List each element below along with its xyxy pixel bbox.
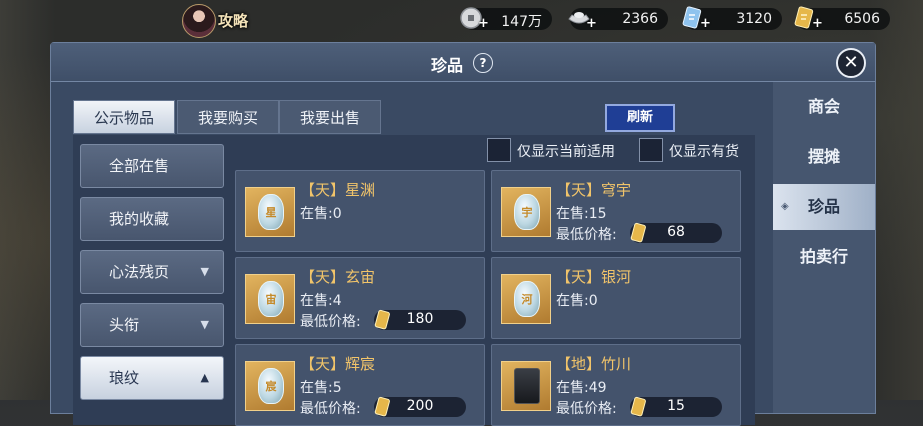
add-icon: + [478,16,489,31]
tab-public-items[interactable]: 公示物品 [73,100,175,134]
item-card[interactable]: 宇 【天】穹宇 在售:15 最低价格: 68 [491,170,741,252]
category-label: 头衔 [109,316,140,334]
item-stock: 在售:4 [300,293,342,309]
nav-auction[interactable]: 拍卖行 [773,234,875,280]
item-name: 【天】玄宙 [300,268,376,286]
item-card[interactable]: 宸 【天】辉宸 在售:5 最低价格: 200 [235,344,485,426]
item-name: 【天】星渊 [300,181,376,199]
category-label: 心法残页 [109,263,170,281]
silver-coin-value: 147万 [501,14,542,30]
category-skill-pages[interactable]: 心法残页 ▼ [80,250,224,294]
category-label: 琅纹 [109,369,140,387]
item-name: 【天】银河 [556,268,632,286]
guide-avatar [182,4,216,38]
panel-title: 珍品 [431,56,464,75]
blue-token-value: 3120 [736,11,772,27]
chevron-down-icon: ▼ [200,265,209,278]
item-card[interactable]: 宙 【天】玄宙 在售:4 最低价格: 180 [235,257,485,339]
price-label: 最低价格: [556,227,617,243]
silver-ingot-value: 2366 [622,11,658,27]
jade-pendant-icon: 宇 [501,187,551,237]
item-card[interactable]: 【地】竹川 在售:49 最低价格: 15 [491,344,741,426]
category-favorites[interactable]: 我的收藏 [80,197,224,241]
chevron-up-icon: ▲ [200,371,209,384]
item-stock: 在售:5 [300,380,342,396]
silver-coin-resource[interactable]: + 147万 [460,7,552,31]
guide-label: 攻略 [218,12,249,30]
item-card[interactable]: 河 【天】银河 在售:0 [491,257,741,339]
price-value: 15 [667,398,685,414]
price-pill: 15 [630,396,722,417]
price-label: 最低价格: [556,401,617,417]
item-stock: 在售:0 [300,206,342,222]
add-icon: + [586,16,597,31]
gold-token-value: 6506 [844,11,880,27]
gold-token-resource[interactable]: + 6506 [794,6,890,31]
price-value: 180 [406,311,434,327]
blue-token-resource[interactable]: + 3120 [682,6,782,31]
filter-label: 仅显示有货 [669,144,739,160]
tab-buy[interactable]: 我要购买 [177,100,279,134]
nav-stall[interactable]: 摆摊 [773,134,875,180]
right-nav: 商会 摆摊 珍品 拍卖行 [773,82,875,413]
help-icon[interactable]: ? [473,53,493,73]
chevron-down-icon: ▼ [200,318,209,331]
category-all-on-sale[interactable]: 全部在售 [80,144,224,188]
checkbox[interactable] [639,138,663,162]
tab-sell[interactable]: 我要出售 [279,100,381,134]
price-label: 最低价格: [300,314,361,330]
category-label: 全部在售 [109,157,170,175]
price-pill: 180 [374,309,466,330]
item-stock: 在售:49 [556,380,607,396]
item-name: 【天】辉宸 [300,355,376,373]
jade-pendant-icon: 宸 [245,361,295,411]
price-value: 200 [406,398,434,414]
ink-stick-icon [501,361,551,411]
silver-ingot-resource[interactable]: + 2366 [568,8,668,31]
jade-pendant-icon: 宙 [245,274,295,324]
close-button[interactable]: ✕ [836,48,866,78]
nav-treasures[interactable]: 珍品 [773,184,875,230]
add-icon: + [812,16,823,31]
price-label: 最低价格: [300,401,361,417]
jade-pendant-icon: 河 [501,274,551,324]
category-rune-patterns[interactable]: 琅纹 ▲ [80,356,224,400]
panel-header: 珍品 ? ✕ [51,43,875,82]
item-name: 【地】竹川 [556,355,632,373]
jade-pendant-icon: 星 [245,187,295,237]
top-resource-bar: 攻略 + 147万 + 2366 + 3120 + 6506 [0,0,923,40]
refresh-button[interactable]: 刷新 [605,104,675,132]
treasure-panel: 珍品 ? ✕ 公示物品 我要购买 我要出售 刷新 仅显示当前适用 仅显示有货 全… [50,42,876,426]
price-value: 68 [667,224,685,240]
category-titles[interactable]: 头衔 ▼ [80,303,224,347]
price-pill: 200 [374,396,466,417]
item-name: 【天】穹宇 [556,181,632,199]
price-pill: 68 [630,222,722,243]
checkbox[interactable] [487,138,511,162]
category-label: 我的收藏 [109,210,170,228]
filter-label: 仅显示当前适用 [517,144,615,160]
item-stock: 在售:15 [556,206,607,222]
item-card[interactable]: 星 【天】星渊 在售:0 [235,170,485,252]
add-icon: + [700,16,711,31]
guide-button[interactable]: 攻略 [182,4,262,38]
nav-trade-guild[interactable]: 商会 [773,84,875,130]
item-stock: 在售:0 [556,293,598,309]
